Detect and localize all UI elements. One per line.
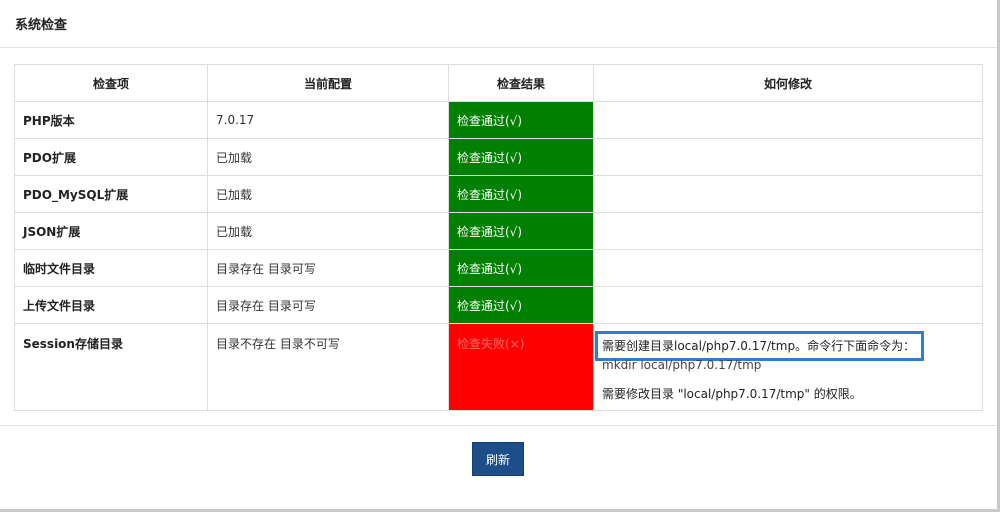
row-result-pass: 检查通过(√) (448, 286, 594, 324)
table-row: 临时文件目录 目录存在 目录可写 检查通过(√) (14, 249, 983, 287)
table-row: PHP版本 7.0.17 检查通过(√) (14, 101, 983, 139)
table-header-row: 检查项 当前配置 检查结果 如何修改 (14, 64, 983, 102)
table-row: JSON扩展 已加载 检查通过(√) (14, 212, 983, 250)
table-row: PDO扩展 已加载 检查通过(√) (14, 138, 983, 176)
row-fix (593, 138, 983, 176)
row-config-value: 已加载 (207, 212, 449, 250)
column-header-fix: 如何修改 (593, 64, 983, 102)
table-row: 上传文件目录 目录存在 目录可写 检查通过(√) (14, 286, 983, 324)
row-fix (593, 249, 983, 287)
row-result-pass: 检查通过(√) (448, 212, 594, 250)
row-item-name: Session存储目录 (14, 323, 208, 411)
row-result-pass: 检查通过(√) (448, 175, 594, 213)
row-config-value: 已加载 (207, 138, 449, 176)
row-result-pass: 检查通过(√) (448, 138, 594, 176)
column-header-result: 检查结果 (448, 64, 594, 102)
row-fix (593, 175, 983, 213)
row-config-value: 目录存在 目录可写 (207, 286, 449, 324)
system-check-panel: 系统检查 检查项 当前配置 检查结果 如何修改 PHP版本 7.0.17 检查通… (0, 0, 1000, 512)
row-result-pass: 检查通过(√) (448, 101, 594, 139)
refresh-button[interactable]: 刷新 (472, 442, 524, 476)
row-item-name: 上传文件目录 (14, 286, 208, 324)
row-item-name: JSON扩展 (14, 212, 208, 250)
footer-divider (0, 425, 997, 426)
column-header-config: 当前配置 (207, 64, 449, 102)
row-result-fail: 检查失败(×) (448, 323, 594, 411)
row-item-name: 临时文件目录 (14, 249, 208, 287)
row-config-value: 7.0.17 (207, 101, 449, 139)
row-config-value: 目录不存在 目录不可写 (207, 323, 449, 411)
row-config-value: 目录存在 目录可写 (207, 249, 449, 287)
panel-title: 系统检查 (0, 0, 997, 48)
row-result-pass: 检查通过(√) (448, 249, 594, 287)
row-item-name: PDO_MySQL扩展 (14, 175, 208, 213)
row-item-name: PDO扩展 (14, 138, 208, 176)
highlighted-fix-instruction: 需要创建目录local/php7.0.17/tmp。命令行下面命令为： (595, 331, 925, 361)
row-fix (593, 101, 983, 139)
row-fix (593, 286, 983, 324)
table-row: Session存储目录 目录不存在 目录不可写 检查失败(×) 需要创建目录lo… (14, 323, 983, 411)
check-table: 检查项 当前配置 检查结果 如何修改 PHP版本 7.0.17 检查通过(√) … (14, 64, 983, 411)
fix-permission-note: 需要修改目录 "local/php7.0.17/tmp" 的权限。 (602, 387, 862, 401)
row-config-value: 已加载 (207, 175, 449, 213)
row-fix-instructions: 需要创建目录local/php7.0.17/tmp。命令行下面命令为： mkdi… (593, 323, 983, 411)
row-fix (593, 212, 983, 250)
column-header-item: 检查项 (14, 64, 208, 102)
row-item-name: PHP版本 (14, 101, 208, 139)
table-row: PDO_MySQL扩展 已加载 检查通过(√) (14, 175, 983, 213)
